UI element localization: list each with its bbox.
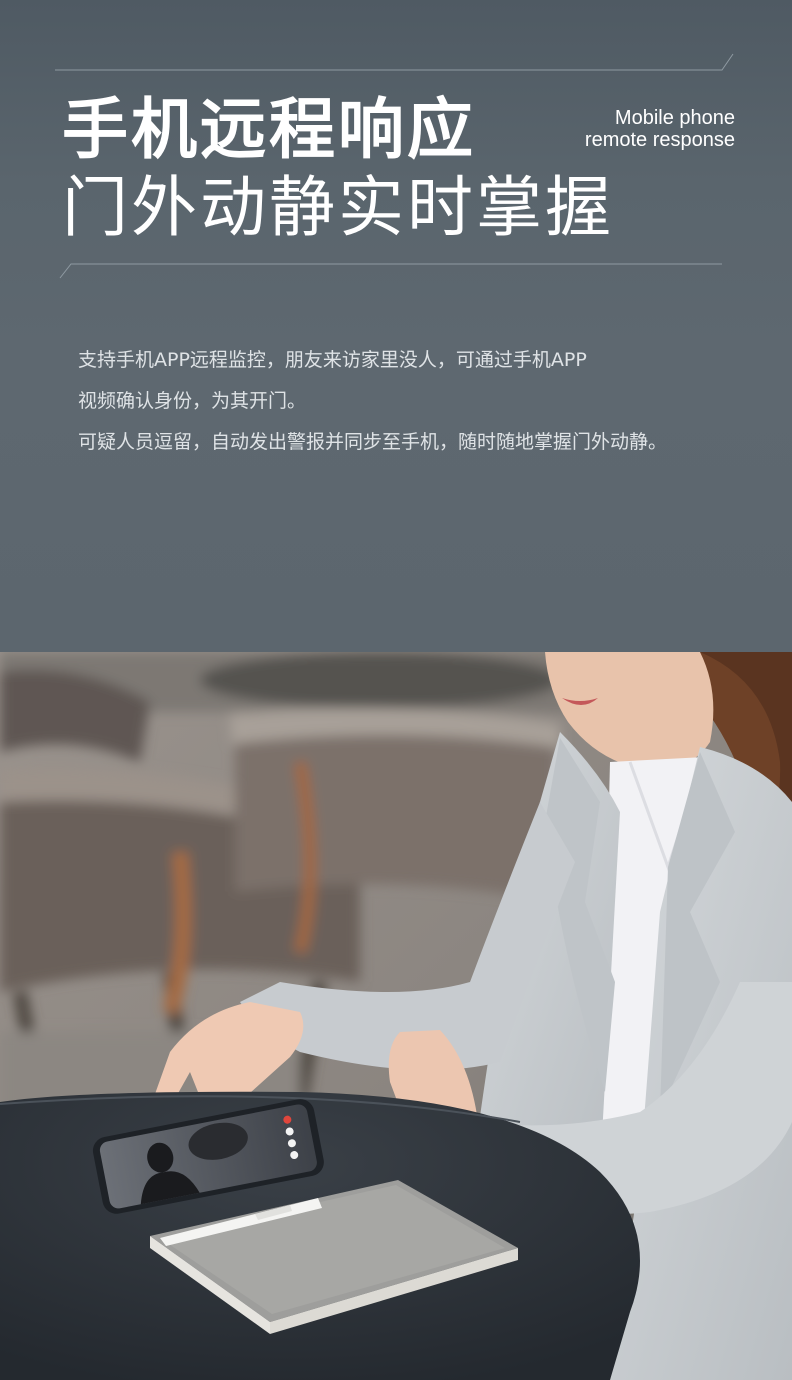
headline-main: 手机远程响应: [62, 91, 476, 168]
description-line-2: 视频确认身份，为其开门。: [78, 390, 307, 412]
tagline-line-2: remote response: [584, 129, 735, 151]
headline-sub: 门外动静实时掌握: [62, 169, 614, 246]
description-text: 支持手机APP远程监控，朋友来访家里没人，可通过手机APP 视频确认身份，为其开…: [78, 340, 667, 463]
english-tagline: Mobile phone remote response: [585, 107, 735, 151]
lifestyle-photo: [0, 652, 792, 1380]
description-line-1: 支持手机APP远程监控，朋友来访家里没人，可通过手机APP: [78, 349, 587, 371]
description-line-3: 可疑人员逗留，自动发出警报并同步至手机，随时随地掌握门外动静。: [78, 431, 668, 453]
promo-page: 手机远程响应 门外动静实时掌握 Mobile phone remote resp…: [0, 0, 792, 1380]
hero-panel: 手机远程响应 门外动静实时掌握 Mobile phone remote resp…: [0, 0, 792, 652]
tagline-line-1: Mobile phone: [614, 107, 735, 129]
